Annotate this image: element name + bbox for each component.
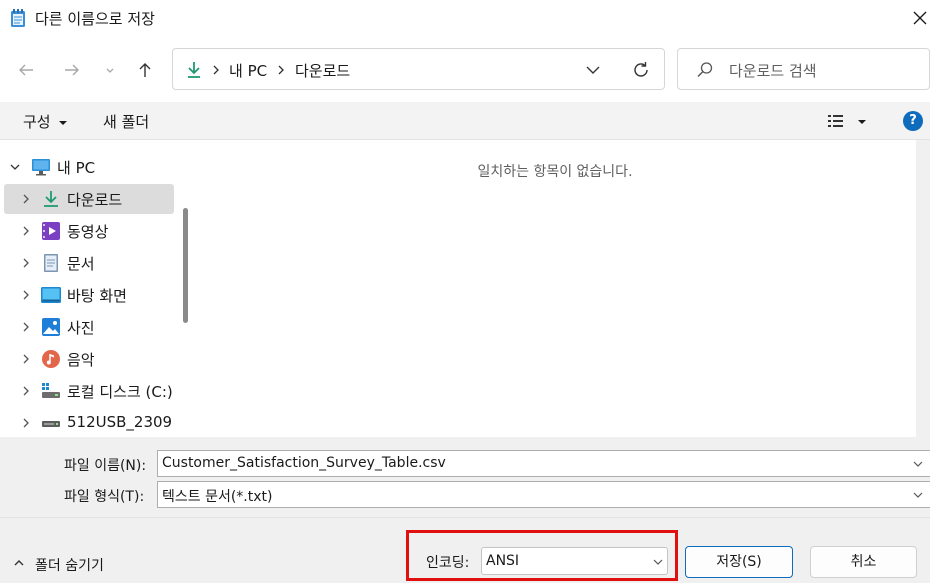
arrow-right-icon [65,64,79,76]
cancel-button[interactable]: 취소 [810,546,917,578]
sidebar-item-label: 512USB_2309 (D [67,413,176,431]
filetype-label: 파일 형식(T): [64,489,145,505]
refresh-icon[interactable] [631,60,651,80]
sidebar-item-documents[interactable]: 문서 [0,248,176,278]
sidebar-item-desktop[interactable]: 바탕 화면 [0,280,176,310]
chevron-right-icon[interactable] [20,417,32,429]
arrow-left-icon [19,64,33,76]
sidebar-item-label: 사진 [67,319,95,337]
sidebar-item-label: 문서 [67,255,95,273]
breadcrumb-item-pc[interactable]: 내 PC [229,60,267,81]
music-icon [42,350,60,368]
sidebar-item-usb-drive[interactable]: 512USB_2309 (D [0,408,176,437]
breadcrumb-separator-icon [278,65,284,75]
view-options-icon[interactable] [828,114,844,128]
sidebar-item-videos[interactable]: 동영상 [0,216,176,246]
chevron-down-icon[interactable] [9,162,21,172]
close-icon[interactable] [910,8,930,28]
search-icon [697,62,713,77]
search-input[interactable]: 다운로드 검색 [677,48,930,90]
command-bar: 구성 새 폴더 ? [0,102,930,140]
chevron-down-icon [106,68,114,73]
sidebar-item-label: 내 PC [57,159,96,177]
chevron-up-icon [14,560,24,566]
new-folder-button[interactable]: 새 폴더 [103,111,149,132]
chevron-right-icon[interactable] [20,225,32,237]
sidebar-item-label: 로컬 디스크 (C:) [67,383,173,401]
filetype-value: 텍스트 문서(*.txt) [162,489,273,505]
recent-locations-button[interactable] [98,58,122,82]
document-icon [44,254,58,272]
file-list-scrollbar [916,140,930,437]
chevron-down-icon[interactable] [912,489,924,501]
sidebar-item-label: 바탕 화면 [67,287,127,305]
chevron-right-icon[interactable] [20,385,32,397]
navigation-bar: 내 PC 다운로드 다운로드 검색 [0,36,930,102]
window-title: 다른 이름으로 저장 [35,10,155,28]
chevron-right-icon[interactable] [20,193,32,205]
encoding-select[interactable]: ANSI [481,547,668,575]
title-bar: 다른 이름으로 저장 [0,0,930,36]
dialog-footer: 폴더 숨기기 인코딩: ANSI 저장(S) 취소 [0,517,930,583]
address-bar[interactable]: 내 PC 다운로드 [172,48,665,90]
sidebar-item-music[interactable]: 음악 [0,344,176,374]
drive-icon [42,383,60,398]
picture-icon [42,318,60,336]
arrow-up-icon [139,63,151,77]
save-button[interactable]: 저장(S) [685,546,793,578]
save-fields: 파일 이름(N): Customer_Satisfaction_Survey_T… [0,437,930,517]
chevron-right-icon[interactable] [20,321,32,333]
filename-label: 파일 이름(N): [64,458,147,474]
sidebar-item-label: 음악 [67,351,95,369]
organize-label: 구성 [23,113,51,131]
sidebar-item-label: 다운로드 [67,191,123,209]
sidebar-item-downloads[interactable]: 다운로드 [4,184,174,214]
back-button[interactable] [14,58,38,82]
file-list[interactable]: 일치하는 항목이 없습니다. [194,140,916,437]
sidebar-scrollbar[interactable] [183,208,188,323]
chevron-right-icon[interactable] [20,289,32,301]
encoding-value: ANSI [486,553,520,569]
breadcrumb-separator-icon [213,65,219,75]
chevron-down-icon[interactable] [912,458,924,470]
sidebar-item-label: 동영상 [67,223,109,241]
sidebar-item-local-disk[interactable]: 로컬 디스크 (C:) [0,376,176,406]
sidebar-item-pictures[interactable]: 사진 [0,312,176,342]
chevron-right-icon[interactable] [20,353,32,365]
caret-down-icon [59,120,68,125]
chevron-right-icon[interactable] [20,257,32,269]
chevron-down-icon [653,559,663,565]
sidebar-item-this-pc[interactable]: 내 PC [0,152,176,182]
search-placeholder: 다운로드 검색 [729,62,817,80]
filetype-select[interactable]: 텍스트 문서(*.txt) [157,481,930,508]
notepad-icon [11,9,25,27]
desktop-icon [41,287,61,303]
video-icon [42,222,60,240]
chevron-down-icon[interactable] [585,64,601,76]
navigation-pane: 내 PC 다운로드 동영상 문서 바탕 화면 사진 음악 로컬 디스크 (C:)… [0,140,176,437]
filename-value: Customer_Satisfaction_Survey_Table.csv [162,455,446,471]
forward-button[interactable] [60,58,84,82]
up-button[interactable] [133,58,157,82]
organize-button[interactable]: 구성 [23,111,68,132]
usb-drive-icon [42,421,60,427]
hide-folders-label: 폴더 숨기기 [35,558,104,574]
help-icon[interactable]: ? [903,111,923,131]
encoding-label: 인코딩: [426,555,470,571]
filename-field[interactable]: Customer_Satisfaction_Survey_Table.csv [157,450,930,477]
empty-message: 일치하는 항목이 없습니다. [477,164,633,180]
caret-down-icon[interactable] [857,118,867,126]
download-icon [44,191,58,207]
breadcrumb-item-downloads[interactable]: 다운로드 [295,60,350,81]
computer-icon [32,159,50,176]
download-icon [188,62,200,78]
